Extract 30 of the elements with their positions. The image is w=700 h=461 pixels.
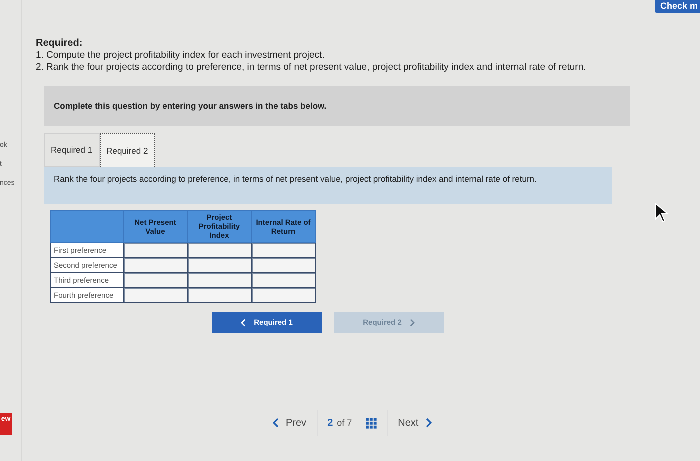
page-number: 2 xyxy=(328,418,334,428)
prompt-text: Rank the four projects according to preference, in terms of net present value, project profitability index and internal rate of return. xyxy=(54,174,538,185)
input-field[interactable] xyxy=(251,258,316,272)
requirement-text: 2. Rank the four projects according to preference, in terms of net present value, project profitability index and internal rate of return. xyxy=(36,62,588,74)
cursor-icon xyxy=(655,203,669,223)
grid-icon[interactable] xyxy=(366,418,378,428)
prev-button[interactable]: Prev xyxy=(263,410,317,436)
chevron-right-icon xyxy=(410,318,415,326)
page-total: of 7 xyxy=(337,418,352,428)
instruction-text: Complete this question by entering your answers in the tabs below. xyxy=(54,101,327,111)
input-field[interactable] xyxy=(187,258,252,272)
input-field[interactable] xyxy=(123,258,188,272)
next-button[interactable]: Next xyxy=(388,410,442,436)
required-heading: Required: xyxy=(36,38,84,50)
input-field[interactable] xyxy=(187,288,252,302)
input-field[interactable] xyxy=(251,288,316,302)
input-field[interactable] xyxy=(251,272,316,288)
tab[interactable]: Required 2 xyxy=(100,133,156,167)
chevron-right-icon xyxy=(426,418,432,428)
check-button[interactable]: Check m xyxy=(655,0,700,13)
chevron-left-icon xyxy=(241,318,246,326)
input-field[interactable] xyxy=(187,272,252,288)
tab[interactable]: Required 1 xyxy=(44,133,100,167)
input-field[interactable] xyxy=(123,242,188,258)
chevron-left-icon xyxy=(273,418,279,428)
input-field[interactable] xyxy=(123,272,188,288)
input-field[interactable] xyxy=(123,288,188,302)
requirement-text: 1. Compute the project profitability index for each investment project. xyxy=(36,50,326,62)
input-field[interactable] xyxy=(251,242,316,258)
input-field[interactable] xyxy=(187,242,252,258)
